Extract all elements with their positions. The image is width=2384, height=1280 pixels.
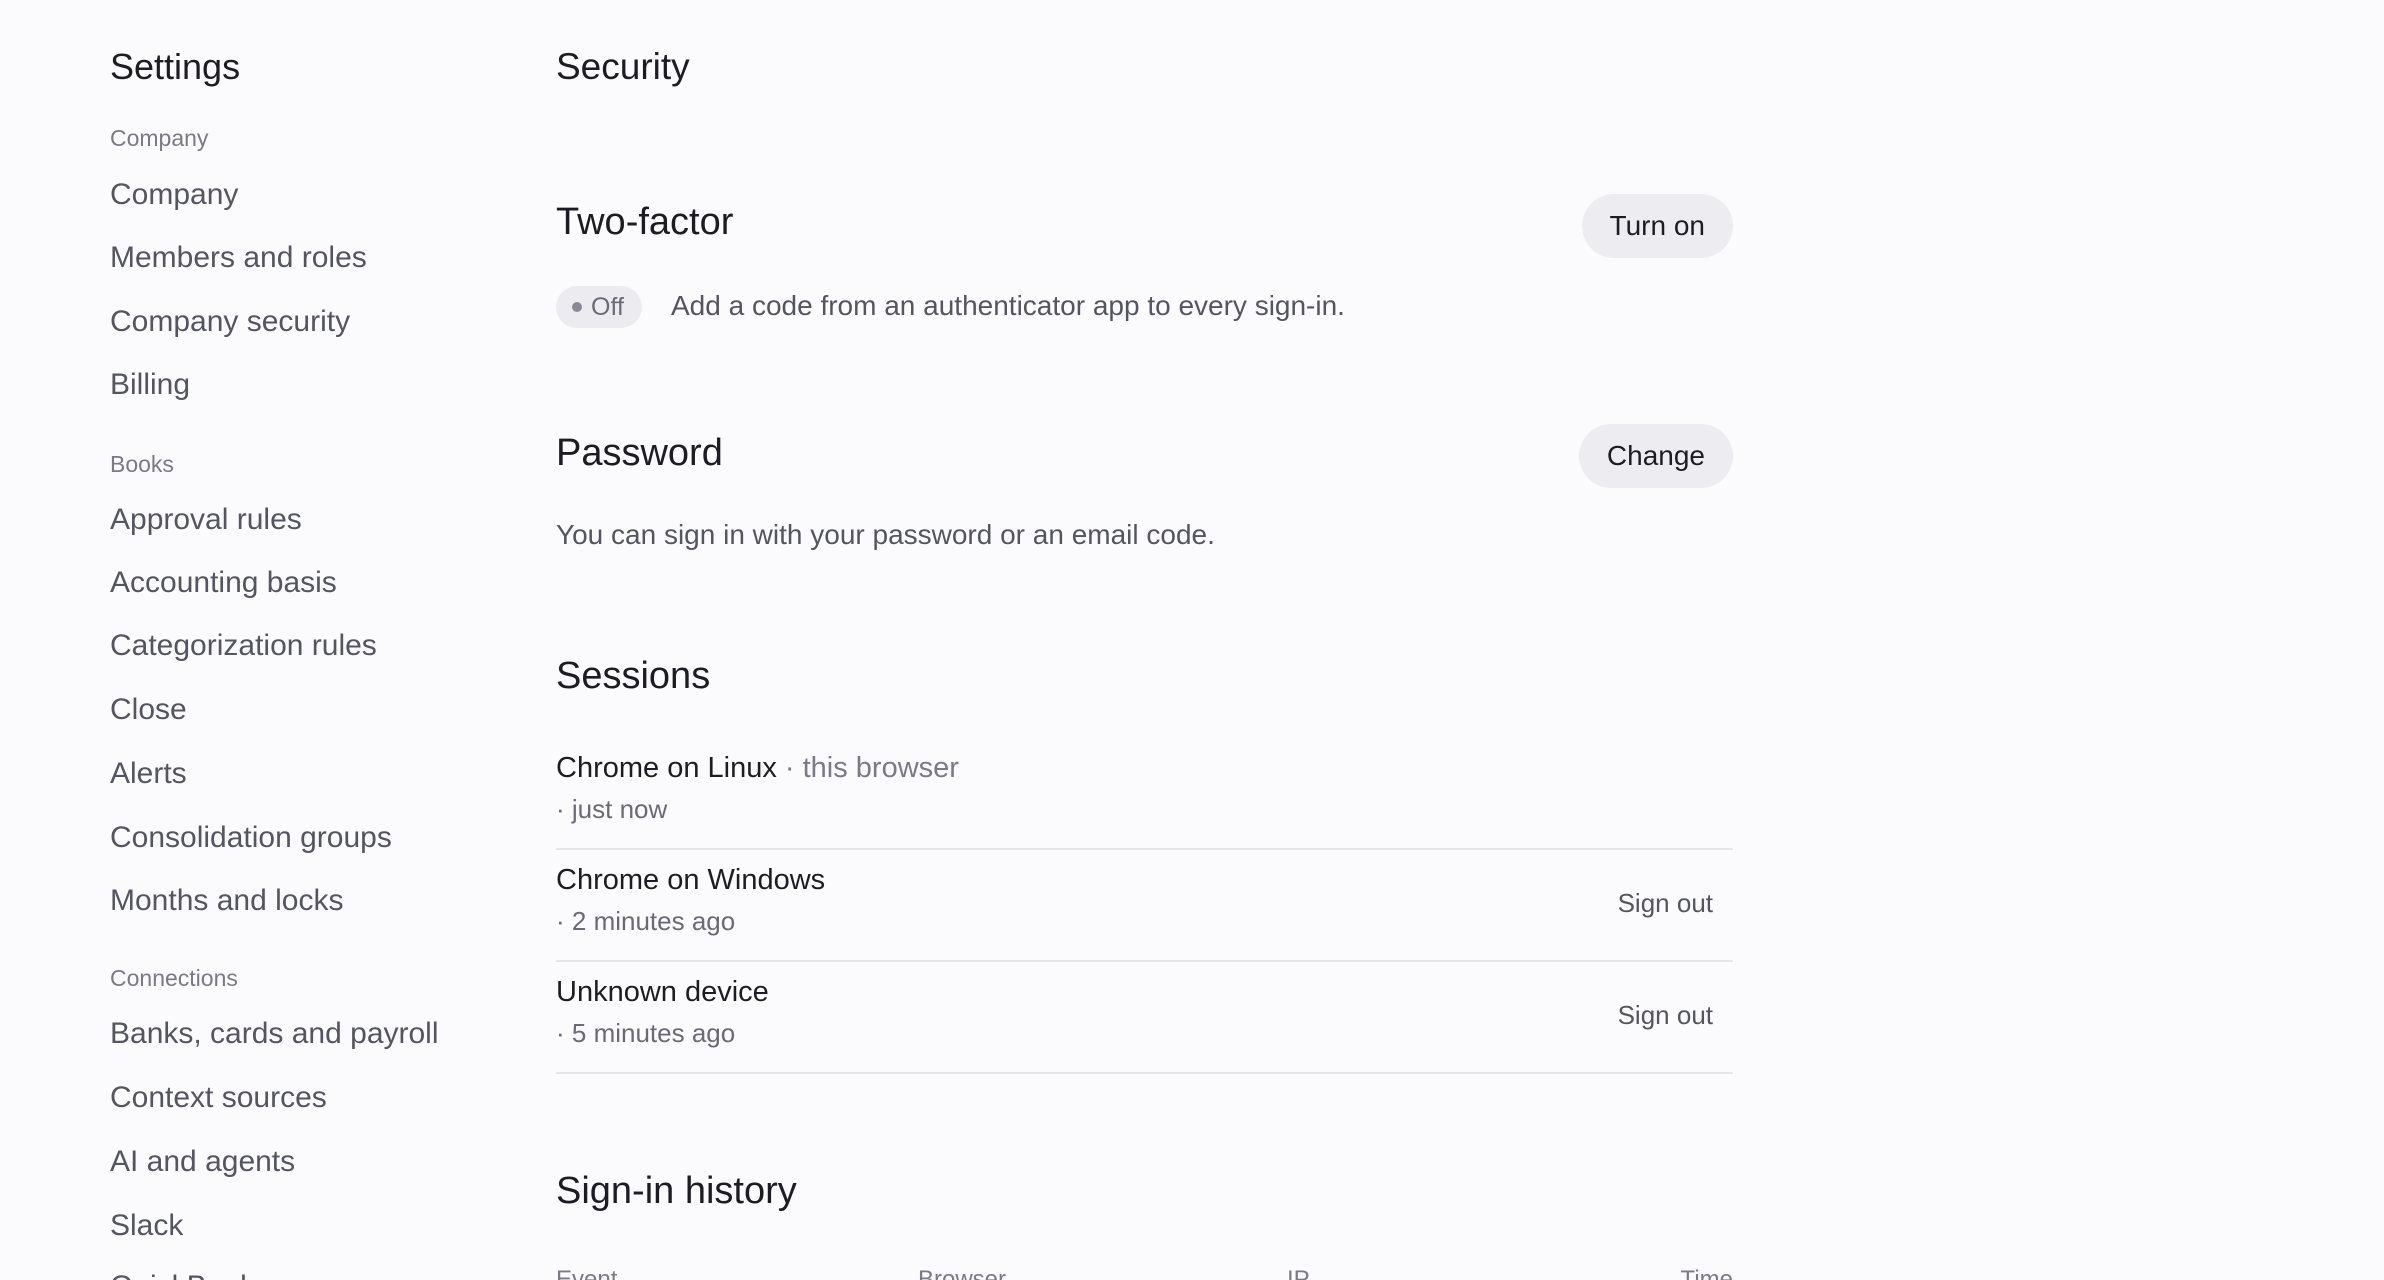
status-dot-icon	[572, 302, 582, 312]
sign-out-button[interactable]: Sign out	[1618, 1000, 1713, 1031]
sidebar-item-consolidation-groups[interactable]: Consolidation groups	[110, 821, 392, 855]
sidebar-item-categorization-rules[interactable]: Categorization rules	[110, 629, 377, 663]
session-row: Chrome on Linux · this browser · just no…	[556, 736, 1733, 850]
sidebar-group-label-books: Books	[110, 451, 174, 477]
sidebar-item-members-and-roles[interactable]: Members and roles	[110, 241, 367, 275]
sessions-title: Sessions	[556, 655, 711, 697]
password-description: You can sign in with your password or an…	[556, 519, 1215, 550]
sidebar-item-alerts[interactable]: Alerts	[110, 757, 187, 791]
sidebar-item-billing[interactable]: Billing	[110, 368, 190, 402]
change-password-button[interactable]: Change	[1578, 424, 1733, 488]
sidebar-item-slack[interactable]: Slack	[110, 1209, 183, 1243]
session-row: Chrome on Windows · 2 minutes ago Sign o…	[556, 848, 1733, 962]
history-column-browser: Browser	[918, 1266, 1007, 1280]
sidebar-item-context-sources[interactable]: Context sources	[110, 1081, 327, 1115]
session-device-name: Chrome on Linux	[556, 752, 777, 784]
session-device: Chrome on Linux · this browser	[556, 752, 959, 785]
sign-in-history-title: Sign-in history	[556, 1170, 797, 1212]
sidebar-item-company-security[interactable]: Company security	[110, 305, 350, 339]
history-column-ip: IP	[1287, 1266, 1310, 1280]
two-factor-description: Add a code from an authenticator app to …	[671, 290, 1345, 321]
turn-on-two-factor-button[interactable]: Turn on	[1581, 194, 1733, 258]
session-current-note: · this browser	[776, 752, 959, 784]
sidebar-item-approval-rules[interactable]: Approval rules	[110, 503, 302, 537]
session-row: Unknown device · 5 minutes ago Sign out	[556, 960, 1733, 1074]
sidebar-item-accounting-basis[interactable]: Accounting basis	[110, 566, 337, 600]
session-time: · just now	[556, 794, 668, 824]
two-factor-title: Two-factor	[556, 201, 734, 243]
sidebar-group-label-connections: Connections	[110, 965, 238, 991]
session-time: · 5 minutes ago	[556, 1018, 736, 1048]
sign-out-button[interactable]: Sign out	[1618, 888, 1713, 919]
session-time: · 2 minutes ago	[556, 906, 736, 936]
status-badge-label: Off	[591, 292, 624, 321]
session-device-name: Unknown device	[556, 976, 769, 1008]
settings-page: Settings Company Company Members and rol…	[0, 0, 2384, 1280]
history-column-time: Time	[1680, 1266, 1733, 1280]
sidebar-item-quickbooks[interactable]: QuickBooks sync	[110, 1270, 340, 1280]
status-badge: Off	[556, 286, 642, 328]
sidebar-item-company[interactable]: Company	[110, 178, 238, 212]
history-column-event: Event	[556, 1266, 618, 1280]
sidebar-item-months-and-locks[interactable]: Months and locks	[110, 884, 343, 918]
sidebar-item-close[interactable]: Close	[110, 693, 187, 727]
session-device-name: Chrome on Windows	[556, 864, 826, 896]
sidebar-title: Settings	[110, 46, 241, 87]
sidebar-item-ai-and-agents[interactable]: AI and agents	[110, 1145, 295, 1179]
password-title: Password	[556, 432, 723, 474]
sidebar-item-banks-cards-payroll[interactable]: Banks, cards and payroll	[110, 1017, 439, 1051]
page-title: Security	[556, 46, 690, 87]
sidebar-group-label-company: Company	[110, 125, 209, 151]
